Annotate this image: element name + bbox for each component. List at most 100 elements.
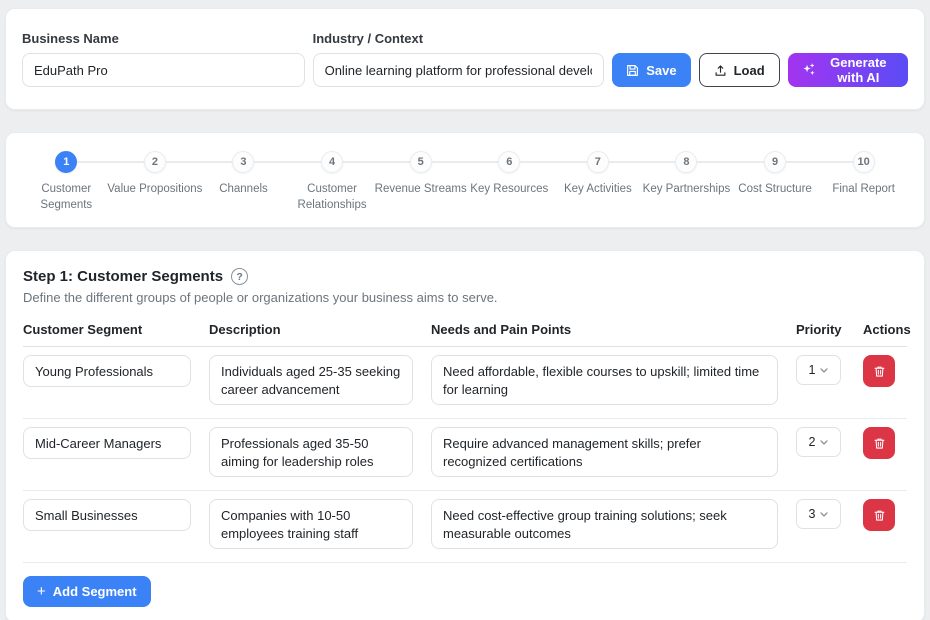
- priority-select[interactable]: 2: [796, 427, 841, 457]
- step-connector-line: [77, 161, 110, 163]
- column-header-priority: Priority: [796, 322, 863, 337]
- segment-description-textarea[interactable]: Professionals aged 35-50 aiming for lead…: [209, 427, 413, 477]
- step-subtitle: Define the different groups of people or…: [23, 290, 907, 305]
- step-label: Cost Structure: [738, 182, 812, 198]
- step-circle: 9: [764, 151, 786, 173]
- step-connector-line: [22, 161, 55, 163]
- delete-row-button[interactable]: [863, 427, 895, 459]
- add-segment-label: Add Segment: [53, 584, 137, 599]
- stepper-step-channels[interactable]: 3 Channels: [199, 151, 288, 213]
- step-connector-line: [199, 161, 232, 163]
- step-connector-line: [642, 161, 675, 163]
- segment-needs-textarea[interactable]: Require advanced management skills; pref…: [431, 427, 778, 477]
- step-label: Revenue Streams: [375, 182, 467, 198]
- column-header-segment: Customer Segment: [23, 322, 209, 337]
- segment-needs-textarea[interactable]: Need affordable, flexible courses to ups…: [431, 355, 778, 405]
- industry-label: Industry / Context: [313, 31, 605, 46]
- chevron-down-icon: [820, 440, 828, 445]
- step-circle: 4: [321, 151, 343, 173]
- trash-icon: [873, 437, 886, 450]
- stepper-step-final-report[interactable]: 10 Final Report: [819, 151, 908, 213]
- segment-name-input[interactable]: [23, 355, 191, 387]
- help-icon[interactable]: ?: [231, 268, 248, 285]
- stepper-step-key-partnerships[interactable]: 8 Key Partnerships: [642, 151, 731, 213]
- step-circle: 6: [498, 151, 520, 173]
- stepper-step-key-resources[interactable]: 6 Key Resources: [465, 151, 554, 213]
- save-icon: [626, 64, 639, 77]
- form-actions: Save Load: [612, 53, 908, 87]
- priority-value: 2: [809, 435, 816, 449]
- trash-icon: [873, 509, 886, 522]
- stepper-step-customer-relationships[interactable]: 4 Customer Relationships: [288, 151, 377, 213]
- step-circle: 10: [853, 151, 875, 173]
- business-name-input[interactable]: [22, 53, 305, 87]
- step-label: Key Resources: [470, 182, 548, 198]
- load-button[interactable]: Load: [699, 53, 780, 87]
- upload-icon: [714, 64, 727, 77]
- industry-input[interactable]: [313, 53, 605, 87]
- load-button-label: Load: [734, 63, 765, 78]
- priority-select[interactable]: 1: [796, 355, 841, 385]
- column-header-description: Description: [209, 322, 431, 337]
- step-label: Key Partnerships: [643, 182, 731, 198]
- step-circle: 1: [55, 151, 77, 173]
- stepper-step-value-propositions[interactable]: 2 Value Propositions: [111, 151, 200, 213]
- step-connector-line: [609, 161, 642, 163]
- step-label: Channels: [219, 182, 268, 198]
- step-label: Customer Relationships: [286, 182, 378, 213]
- step-circle: 5: [410, 151, 432, 173]
- priority-select[interactable]: 3: [796, 499, 841, 529]
- segment-description-textarea[interactable]: Individuals aged 25-35 seeking career ad…: [209, 355, 413, 405]
- column-header-needs: Needs and Pain Points: [431, 322, 796, 337]
- generate-ai-button[interactable]: Generate with AI: [788, 53, 908, 87]
- stepper-step-cost-structure[interactable]: 9 Cost Structure: [731, 151, 820, 213]
- segment-name-input[interactable]: [23, 499, 191, 531]
- column-header-actions: Actions: [863, 322, 909, 337]
- step-label: Value Propositions: [107, 182, 202, 198]
- step-label: Final Report: [832, 182, 895, 198]
- segment-description-textarea[interactable]: Companies with 10-50 employees training …: [209, 499, 413, 549]
- delete-row-button[interactable]: [863, 499, 895, 531]
- step-label: Customer Segments: [34, 182, 98, 213]
- priority-value: 3: [809, 507, 816, 521]
- stepper-card: 1 Customer Segments 2 Value Propositions…: [5, 132, 925, 228]
- delete-row-button[interactable]: [863, 355, 895, 387]
- step-connector-line: [465, 161, 498, 163]
- page: Business Name Industry / Context Save: [0, 0, 930, 620]
- step-connector-line: [697, 161, 730, 163]
- step-content-card: Step 1: Customer Segments ? Define the d…: [5, 250, 925, 620]
- business-name-field: Business Name: [22, 31, 305, 87]
- stepper-step-customer-segments[interactable]: 1 Customer Segments: [22, 151, 111, 213]
- step-connector-line: [254, 161, 287, 163]
- trash-icon: [873, 365, 886, 378]
- page-title: Step 1: Customer Segments: [23, 268, 223, 285]
- step-connector-line: [166, 161, 199, 163]
- industry-field: Industry / Context: [313, 31, 605, 87]
- save-button[interactable]: Save: [612, 53, 690, 87]
- step-connector-line: [554, 161, 587, 163]
- segment-needs-textarea[interactable]: Need cost-effective group training solut…: [431, 499, 778, 549]
- step-circle: 7: [587, 151, 609, 173]
- generate-ai-button-label: Generate with AI: [823, 55, 894, 85]
- step-connector-line: [432, 161, 465, 163]
- step-connector-line: [520, 161, 553, 163]
- plus-icon: +: [37, 584, 46, 599]
- step-connector-line: [731, 161, 764, 163]
- table-header-row: Customer Segment Description Needs and P…: [23, 322, 907, 347]
- business-form-card: Business Name Industry / Context Save: [5, 8, 925, 110]
- priority-value: 1: [809, 363, 816, 377]
- segment-name-input[interactable]: [23, 427, 191, 459]
- stepper-step-revenue-streams[interactable]: 5 Revenue Streams: [376, 151, 465, 213]
- sparkles-icon: [802, 63, 816, 77]
- step-connector-line: [111, 161, 144, 163]
- step-connector-line: [875, 161, 908, 163]
- add-segment-button[interactable]: + Add Segment: [23, 576, 151, 607]
- step-label: Key Activities: [564, 182, 632, 198]
- table-row: Companies with 10-50 employees training …: [23, 491, 907, 563]
- step-connector-line: [786, 161, 819, 163]
- step-connector-line: [288, 161, 321, 163]
- table-row: Professionals aged 35-50 aiming for lead…: [23, 419, 907, 491]
- step-connector-line: [376, 161, 409, 163]
- stepper-step-key-activities[interactable]: 7 Key Activities: [554, 151, 643, 213]
- step-connector-line: [819, 161, 852, 163]
